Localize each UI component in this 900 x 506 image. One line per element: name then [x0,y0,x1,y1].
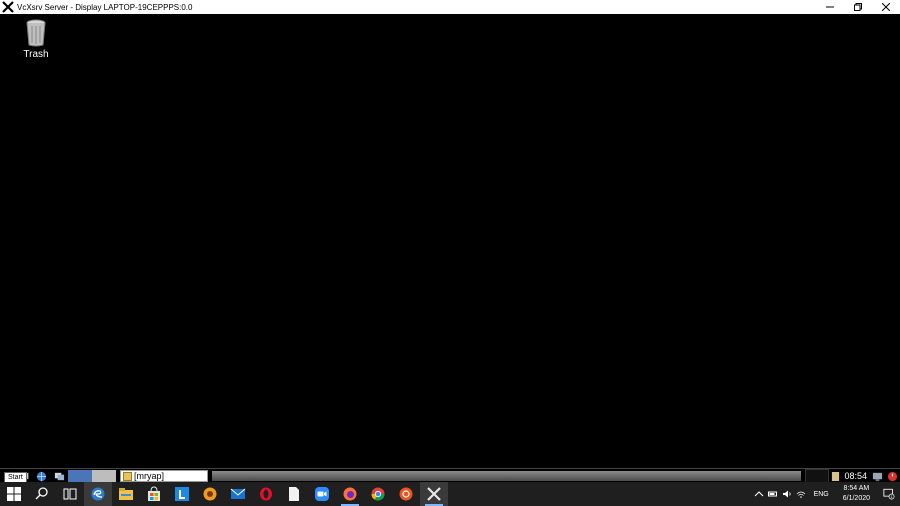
network-button[interactable] [794,482,808,506]
desktop-icon-trash[interactable]: Trash [17,19,55,60]
clock-time: 8:54 AM [843,485,870,492]
task-button-mryap[interactable]: [mryap] [120,470,208,482]
minimize-icon [826,6,834,8]
vcxsrv-icon [427,487,441,501]
windows-start-button[interactable] [0,482,28,506]
search-button[interactable] [28,482,56,506]
cpu-monitor [805,469,830,483]
system-clock[interactable]: 8:54 AM 6/1/2020 [843,484,870,504]
l-app-icon [175,487,189,501]
store-button[interactable] [140,482,168,506]
show-hidden-icons-button[interactable] [752,482,766,506]
language-indicator[interactable]: ENG [814,491,829,498]
taskbar-empty-area [212,471,802,481]
battery-icon [767,491,777,497]
clipboard-button[interactable] [829,470,841,482]
edge-button[interactable] [84,482,112,506]
task-label: [mryap] [134,471,165,481]
task-view-button[interactable] [56,482,84,506]
restore-button[interactable] [844,0,872,14]
chrome-icon [371,487,385,501]
opera-button[interactable] [252,482,280,506]
windows-taskbar: ENG 8:54 AM 6/1/2020 1 [0,482,900,506]
ubuntu-icon [399,487,413,501]
firefox-icon [343,487,357,501]
task-view-icon [63,488,77,500]
close-icon [882,3,890,11]
file-explorer-button[interactable] [112,482,140,506]
workspace-1[interactable] [68,470,92,482]
notification-icon: 1 [883,488,895,500]
action-center-button[interactable]: 1 [878,482,900,506]
vcxsrv-taskbar-button[interactable] [420,482,448,506]
document-icon [289,487,299,501]
app-orange-icon [203,487,217,501]
clipboard-icon [831,471,840,481]
chrome-button[interactable] [364,482,392,506]
edge-icon [91,487,105,501]
opera-icon [260,487,272,501]
monitor-icon [872,472,882,481]
lxde-panel: [mryap] 08:54 [0,468,900,483]
windows-stack-icon [54,472,64,480]
document-button[interactable] [280,482,308,506]
lxde-clock[interactable]: 08:54 [844,471,867,481]
mail-icon [230,488,246,499]
lxde-browser-button[interactable] [32,470,50,482]
ubuntu-button[interactable] [392,482,420,506]
lock-screen-button[interactable] [870,470,884,482]
lxde-windows-button[interactable] [50,470,68,482]
close-button[interactable] [872,0,900,14]
wifi-icon [796,491,805,498]
volume-button[interactable] [780,482,794,506]
app-orange-button[interactable] [196,482,224,506]
logout-button[interactable] [884,470,900,482]
store-icon [148,486,160,501]
firefox-button[interactable] [336,482,364,506]
x-desktop[interactable]: Trash [0,14,900,468]
zoom-button[interactable] [308,482,336,506]
windows-start-icon [7,487,21,501]
search-icon [35,487,48,500]
speaker-icon [782,490,791,498]
vcxsrv-x-icon [2,1,14,13]
minimize-button[interactable] [816,0,844,14]
restore-icon [854,3,862,11]
folder-icon [123,471,132,481]
l-app-button[interactable] [168,482,196,506]
window-title: VcXsrv Server - Display LAPTOP-19CEPPPS:… [17,2,193,12]
file-explorer-icon [119,488,133,500]
zoom-icon [315,487,329,501]
trash-icon [26,19,46,47]
window-title-bar[interactable]: VcXsrv Server - Display LAPTOP-19CEPPPS:… [0,0,900,14]
workspace-2[interactable] [92,470,116,482]
chevron-up-icon [754,491,763,497]
clock-date: 6/1/2020 [842,495,870,502]
notification-count: 1 [891,495,893,499]
system-tray: ENG 8:54 AM 6/1/2020 1 [752,482,900,506]
power-icon [887,471,897,481]
globe-icon [36,471,46,481]
mail-button[interactable] [224,482,252,506]
battery-button[interactable] [766,482,780,506]
desktop-icon-label: Trash [23,49,49,60]
